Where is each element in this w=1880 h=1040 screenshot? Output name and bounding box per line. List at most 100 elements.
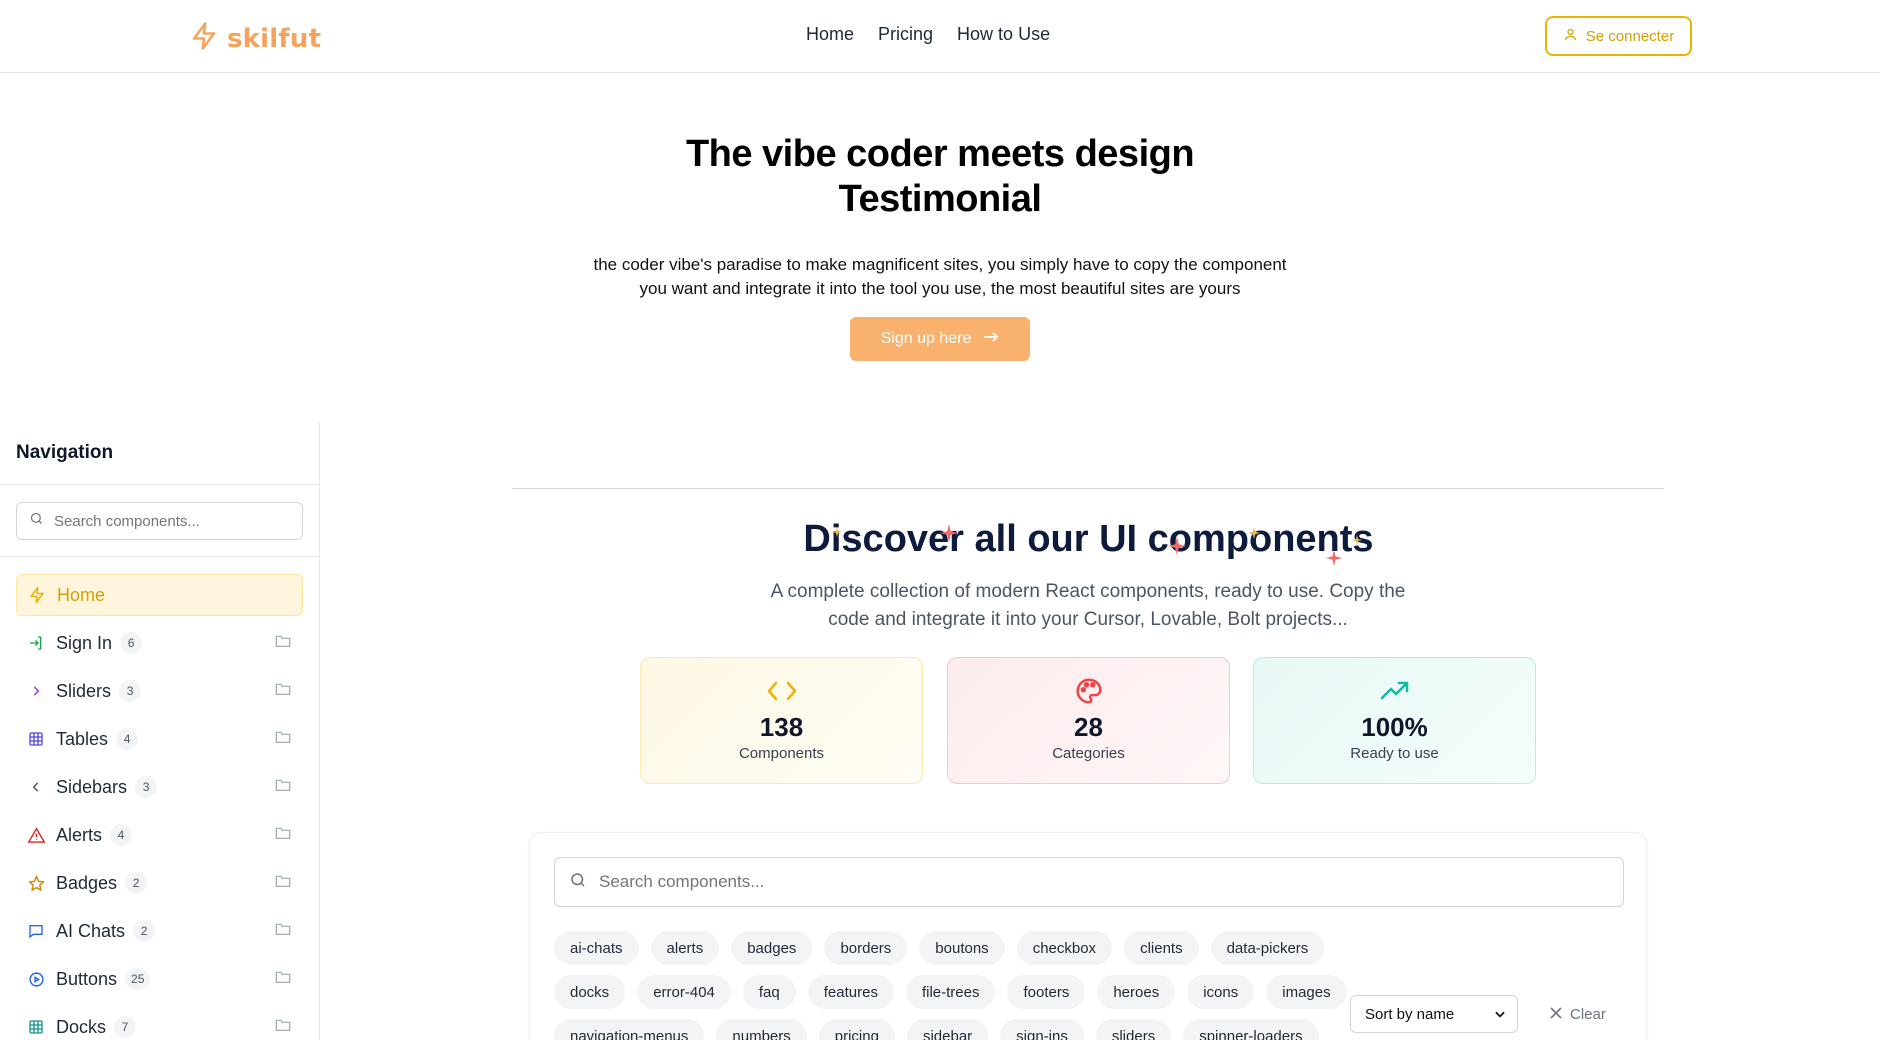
- tag-chip[interactable]: alerts: [650, 931, 720, 965]
- tag-chip[interactable]: docks: [554, 975, 626, 1009]
- chevron-left-icon: [26, 777, 46, 797]
- sparkle-icon: [1326, 550, 1342, 566]
- hero-title-bold: Testimonial: [838, 178, 1042, 220]
- tag-chip[interactable]: checkbox: [1016, 931, 1113, 965]
- tag-chip[interactable]: numbers: [716, 1019, 807, 1040]
- component-search-input[interactable]: [599, 872, 1599, 892]
- sidebar-item-badges[interactable]: Badges 2: [16, 862, 303, 904]
- top-navbar: skilfut Home Pricing How to Use Se conne…: [0, 0, 1880, 73]
- sign-in-icon: [26, 633, 46, 653]
- count-badge: 2: [133, 920, 156, 942]
- tag-chip[interactable]: navigation-menus: [554, 1019, 705, 1040]
- sidebar-item-sign-in[interactable]: Sign In 6: [16, 622, 303, 664]
- stat-value: 100%: [1361, 712, 1428, 742]
- sidebar-item-docks[interactable]: Docks 7: [16, 1006, 303, 1040]
- count-badge: 3: [119, 680, 142, 702]
- sidebar-item-buttons[interactable]: Buttons 25: [16, 958, 303, 1000]
- tag-chip[interactable]: ai-chats: [554, 931, 639, 965]
- tag-chip[interactable]: sign-ins: [1000, 1019, 1084, 1040]
- chat-icon: [26, 921, 46, 941]
- folder-icon: [275, 970, 291, 989]
- sidebar-item-ai-chats[interactable]: AI Chats 2: [16, 910, 303, 952]
- bolt-icon: [189, 20, 219, 57]
- tag-chip[interactable]: borders: [824, 931, 908, 965]
- discover-subtitle: A complete collection of modern React co…: [770, 581, 1406, 630]
- tag-chip[interactable]: boutons: [919, 931, 1005, 965]
- close-icon: [1550, 1006, 1562, 1023]
- tag-chip[interactable]: faq: [742, 975, 796, 1009]
- user-icon: [1563, 27, 1578, 46]
- arrow-right-icon: [983, 330, 999, 348]
- folder-icon: [275, 922, 291, 941]
- brand-logo[interactable]: skilfut: [189, 20, 321, 57]
- tag-chip[interactable]: icons: [1187, 975, 1255, 1009]
- sparkle-icon: [940, 524, 958, 542]
- component-browser: ai-chats alerts badges borders boutons c…: [529, 832, 1647, 1040]
- sidebar-item-label: Sign In: [56, 632, 113, 653]
- sidebar-item-label: AI Chats: [56, 920, 126, 941]
- signup-label: Sign up here: [880, 330, 972, 347]
- tag-chip[interactable]: error-404: [637, 975, 731, 1009]
- hero-subtitle: the coder vibe's paradise to make magnif…: [593, 255, 1287, 298]
- signup-button[interactable]: Sign up here: [850, 317, 1030, 361]
- folder-icon: [275, 874, 291, 893]
- count-badge: 2: [125, 872, 148, 894]
- sparkle-icon: [1352, 535, 1362, 545]
- clear-button[interactable]: Clear: [1550, 995, 1606, 1033]
- tag-chip[interactable]: spinner-loaders: [1183, 1019, 1319, 1040]
- sort-selected-value: Sort by name: [1365, 1005, 1455, 1023]
- tag-chip[interactable]: sidebar: [906, 1019, 989, 1040]
- tag-chip[interactable]: features: [807, 975, 894, 1009]
- tag-chip[interactable]: file-trees: [905, 975, 996, 1009]
- tag-chip[interactable]: images: [1266, 975, 1347, 1009]
- trending-up-icon: [1379, 676, 1411, 706]
- stat-value: 28: [1074, 712, 1103, 742]
- tag-row: ai-chats alerts badges borders boutons c…: [554, 931, 1325, 965]
- tag-chip[interactable]: pricing: [818, 1019, 895, 1040]
- count-badge: 25: [125, 968, 151, 990]
- stat-label: Categories: [1052, 745, 1125, 762]
- search-icon: [569, 871, 587, 894]
- tag-chip[interactable]: badges: [731, 931, 813, 965]
- sidebar-item-alerts[interactable]: Alerts 4: [16, 814, 303, 856]
- tag-chip[interactable]: footers: [1007, 975, 1086, 1009]
- component-search[interactable]: [554, 857, 1624, 907]
- tag-row: navigation-menus numbers pricing sidebar…: [554, 1019, 1319, 1040]
- tag-chip[interactable]: sliders: [1095, 1019, 1172, 1040]
- sort-select[interactable]: Sort by name: [1350, 995, 1518, 1033]
- tag-chip[interactable]: clients: [1124, 931, 1199, 965]
- bolt-icon: [27, 585, 47, 605]
- count-badge: 4: [116, 728, 139, 750]
- button-icon: [26, 969, 46, 989]
- nav-home[interactable]: Home: [806, 24, 854, 45]
- sidebar-item-label: Docks: [56, 1016, 107, 1037]
- sidebar-item-label: Badges: [56, 872, 118, 893]
- stat-label: Components: [738, 745, 825, 762]
- sparkle-icon: [832, 527, 842, 537]
- star-icon: [26, 873, 46, 893]
- chevron-right-icon: [26, 681, 46, 701]
- sidebar-item-home[interactable]: Home: [16, 574, 303, 616]
- nav-how-to-use[interactable]: How to Use: [957, 24, 1050, 45]
- login-button[interactable]: Se connecter: [1545, 16, 1692, 56]
- sparkle-icon: [1248, 527, 1260, 539]
- folder-icon: [275, 682, 291, 701]
- sidebar-item-label: Alerts: [56, 824, 103, 845]
- tag-chip[interactable]: data-pickers: [1210, 931, 1325, 965]
- count-badge: 6: [120, 632, 143, 654]
- stat-card-categories: 28 Categories: [947, 657, 1230, 784]
- stat-card-components: 138 Components: [640, 657, 923, 784]
- code-icon: [766, 676, 798, 706]
- sidebar-item-sidebars[interactable]: Sidebars 3: [16, 766, 303, 808]
- sidebar-item-tables[interactable]: Tables 4: [16, 718, 303, 760]
- sidebar-item-label: Tables: [56, 728, 109, 749]
- sidebar-item-label: Sidebars: [56, 776, 128, 797]
- folder-icon: [275, 634, 291, 653]
- tag-row: docks error-404 faq features file-trees …: [554, 975, 1347, 1009]
- sidebar-item-sliders[interactable]: Sliders 3: [16, 670, 303, 712]
- sidebar-item-label: Home: [57, 584, 106, 605]
- nav-pricing[interactable]: Pricing: [878, 24, 933, 45]
- tag-chip[interactable]: heroes: [1097, 975, 1176, 1009]
- grid-icon: [26, 1017, 46, 1037]
- section-divider: [512, 488, 1664, 489]
